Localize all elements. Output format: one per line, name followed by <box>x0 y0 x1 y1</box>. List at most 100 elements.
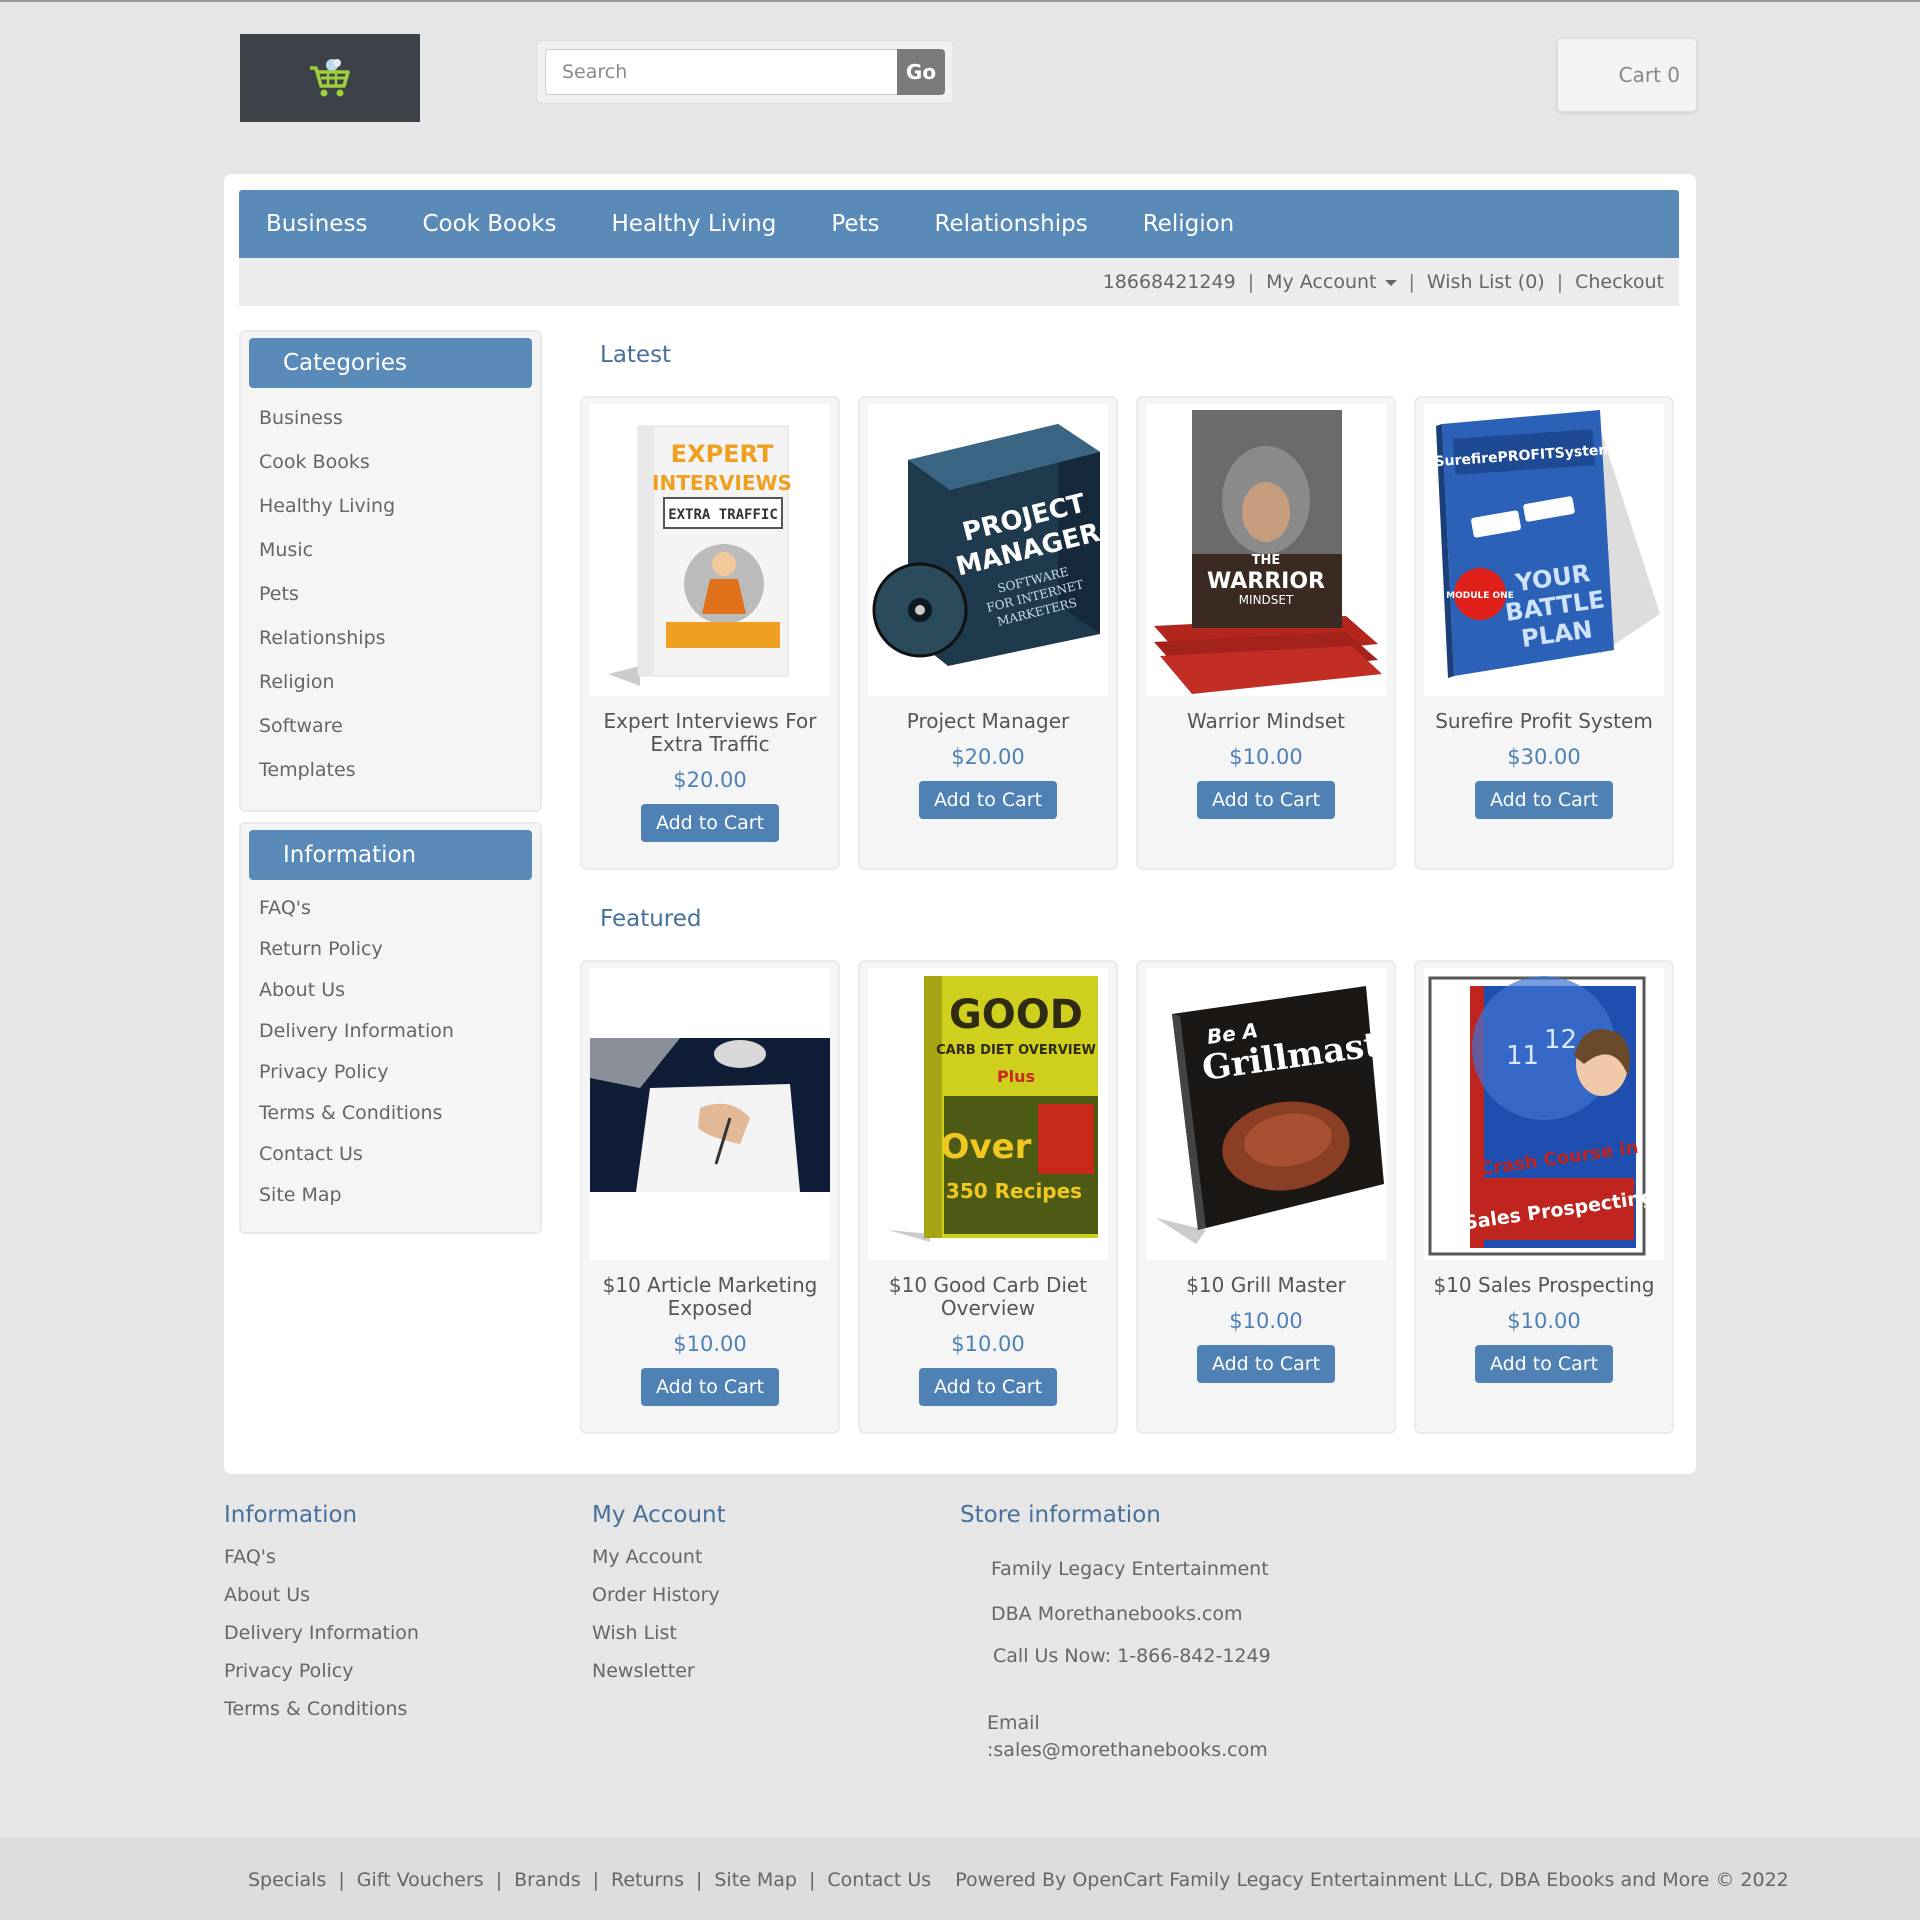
footer-terms-link[interactable]: Terms & Conditions <box>224 1698 407 1720</box>
store-email[interactable]: :sales@morethanebooks.com <box>987 1739 1268 1761</box>
nav-business[interactable]: Business <box>266 211 367 237</box>
category-music[interactable]: Music <box>259 539 313 561</box>
footer-brands-link[interactable]: Brands <box>514 1869 581 1891</box>
latest-heading: Latest <box>600 342 672 368</box>
footer-newsletter-link[interactable]: Newsletter <box>592 1660 695 1682</box>
footer-contact-us-link[interactable]: Contact Us <box>827 1869 931 1891</box>
info-site-map[interactable]: Site Map <box>259 1184 342 1206</box>
product-name[interactable]: Expert Interviews For Extra Traffic <box>582 710 838 756</box>
add-to-cart-button[interactable]: Add to Cart <box>1474 781 1614 819</box>
nav-pets[interactable]: Pets <box>831 211 879 237</box>
footer-delivery-link[interactable]: Delivery Information <box>224 1622 419 1644</box>
footer-information: Information FAQ's About Us Delivery Info… <box>224 1502 419 1732</box>
product-image[interactable]: GOOD CARB DIET OVERVIEW Plus Over 350 Re… <box>868 968 1108 1260</box>
add-to-cart-button[interactable]: Add to Cart <box>918 781 1058 819</box>
add-to-cart-button[interactable]: Add to Cart <box>918 1368 1058 1406</box>
info-about-us[interactable]: About Us <box>259 979 345 1001</box>
product-image[interactable]: Be A Grillmaster <box>1146 968 1386 1260</box>
product-image[interactable]: THE WARRIOR MINDSET <box>1146 404 1386 696</box>
nav-religion[interactable]: Religion <box>1143 211 1235 237</box>
clock-digit: 12 <box>1544 1025 1577 1055</box>
cover-badge: MODULE ONE <box>1446 591 1514 601</box>
clock-digit: 11 <box>1506 1041 1539 1071</box>
main-content: Business Cook Books Healthy Living Pets … <box>224 174 1696 1474</box>
footer-returns-link[interactable]: Returns <box>611 1869 684 1891</box>
cart-button[interactable]: Cart 0 <box>1557 38 1697 112</box>
add-to-cart-button[interactable]: Add to Cart <box>640 804 780 842</box>
add-to-cart-button[interactable]: Add to Cart <box>640 1368 780 1406</box>
category-templates[interactable]: Templates <box>259 759 356 781</box>
category-religion[interactable]: Religion <box>259 671 335 693</box>
cover-tagline: MINDSET <box>1239 593 1294 607</box>
cover-subtitle: CARB DIET OVERVIEW <box>936 1043 1096 1058</box>
warrior-mindset-cover: THE WARRIOR MINDSET <box>1154 410 1382 694</box>
nav-cook-books[interactable]: Cook Books <box>422 211 556 237</box>
project-manager-cover: PROJECT MANAGER SOFTWARE FOR INTERNET MA… <box>872 424 1103 666</box>
footer-faqs-link[interactable]: FAQ's <box>224 1546 276 1568</box>
product-name[interactable]: Surefire Profit System <box>1416 710 1672 733</box>
product-image[interactable]: PROJECT MANAGER SOFTWARE FOR INTERNET MA… <box>868 404 1108 696</box>
expert-interviews-cover: EXPERT INTERVIEWS EXTRA TRAFFIC <box>608 425 792 686</box>
category-cook-books[interactable]: Cook Books <box>259 451 370 473</box>
add-to-cart-button[interactable]: Add to Cart <box>1196 781 1336 819</box>
categories-heading: Categories <box>249 338 532 388</box>
product-card: $10 Article Marketing Exposed $10.00 Add… <box>580 960 840 1434</box>
nav-healthy-living[interactable]: Healthy Living <box>612 211 777 237</box>
footer-privacy-link[interactable]: Privacy Policy <box>224 1660 353 1682</box>
info-return-policy[interactable]: Return Policy <box>259 938 383 960</box>
footer-order-history-link[interactable]: Order History <box>592 1584 720 1606</box>
info-delivery-information[interactable]: Delivery Information <box>259 1020 454 1042</box>
category-business[interactable]: Business <box>259 407 343 429</box>
product-image[interactable]: 11 12 Crash Course in Sales Prospecting <box>1424 968 1664 1260</box>
my-account-dropdown[interactable]: My Account <box>1266 271 1397 293</box>
checkout-link[interactable]: Checkout <box>1575 271 1664 293</box>
footer-gift-vouchers-link[interactable]: Gift Vouchers <box>357 1869 484 1891</box>
information-box: Information FAQ's Return Policy About Us… <box>239 822 542 1234</box>
add-to-cart-button[interactable]: Add to Cart <box>1474 1345 1614 1383</box>
info-terms-conditions[interactable]: Terms & Conditions <box>259 1102 442 1124</box>
separator: | <box>695 1869 703 1891</box>
product-price: $10.00 <box>673 1332 747 1356</box>
product-name[interactable]: Project Manager <box>860 710 1116 733</box>
product-image[interactable]: EXPERT INTERVIEWS EXTRA TRAFFIC <box>590 404 830 696</box>
add-to-cart-button[interactable]: Add to Cart <box>1196 1345 1336 1383</box>
product-name[interactable]: Warrior Mindset <box>1138 710 1394 733</box>
product-card: Be A Grillmaster $10 Grill Master $10.00… <box>1136 960 1396 1434</box>
product-name[interactable]: $10 Sales Prospecting <box>1416 1274 1672 1297</box>
product-name[interactable]: $10 Article Marketing Exposed <box>582 1274 838 1320</box>
info-faqs[interactable]: FAQ's <box>259 897 311 919</box>
product-card: SurefirePROFITSystem YOUR BATTLE PLAN MO… <box>1414 396 1674 870</box>
product-price: $10.00 <box>951 1332 1025 1356</box>
footer-my-account-link[interactable]: My Account <box>592 1546 702 1568</box>
footer-specials-link[interactable]: Specials <box>248 1869 326 1891</box>
footer-my-account: My Account My Account Order History Wish… <box>592 1502 726 1694</box>
search-input[interactable] <box>545 49 897 95</box>
footer-about-us-link[interactable]: About Us <box>224 1584 310 1606</box>
product-image[interactable]: SurefirePROFITSystem YOUR BATTLE PLAN MO… <box>1424 404 1664 696</box>
wish-list-link[interactable]: Wish List (0) <box>1427 271 1545 293</box>
info-contact-us[interactable]: Contact Us <box>259 1143 363 1165</box>
categories-box: Categories Business Cook Books Healthy L… <box>239 330 542 812</box>
footer-wish-list-link[interactable]: Wish List <box>592 1622 677 1644</box>
product-name[interactable]: $10 Good Carb Diet Overview <box>860 1274 1116 1320</box>
cover-subtitle: INTERVIEWS <box>652 471 792 495</box>
separator: | <box>1247 271 1255 293</box>
phone-link[interactable]: 18668421249 <box>1103 271 1236 293</box>
product-image[interactable] <box>590 968 830 1260</box>
category-software[interactable]: Software <box>259 715 343 737</box>
category-relationships[interactable]: Relationships <box>259 627 386 649</box>
nav-relationships[interactable]: Relationships <box>935 211 1088 237</box>
product-card: GOOD CARB DIET OVERVIEW Plus Over 350 Re… <box>858 960 1118 1434</box>
category-healthy-living[interactable]: Healthy Living <box>259 495 395 517</box>
product-price: $10.00 <box>1229 1309 1303 1333</box>
product-price: $20.00 <box>951 745 1025 769</box>
footer-site-map-link[interactable]: Site Map <box>714 1869 797 1891</box>
category-pets[interactable]: Pets <box>259 583 299 605</box>
info-privacy-policy[interactable]: Privacy Policy <box>259 1061 388 1083</box>
caret-down-icon <box>1384 279 1397 286</box>
product-name[interactable]: $10 Grill Master <box>1138 1274 1394 1297</box>
store-logo[interactable] <box>240 34 420 122</box>
search-go-button[interactable]: Go <box>897 49 945 95</box>
cover-tagline: EXTRA TRAFFIC <box>668 507 778 523</box>
separator: | <box>592 1869 600 1891</box>
